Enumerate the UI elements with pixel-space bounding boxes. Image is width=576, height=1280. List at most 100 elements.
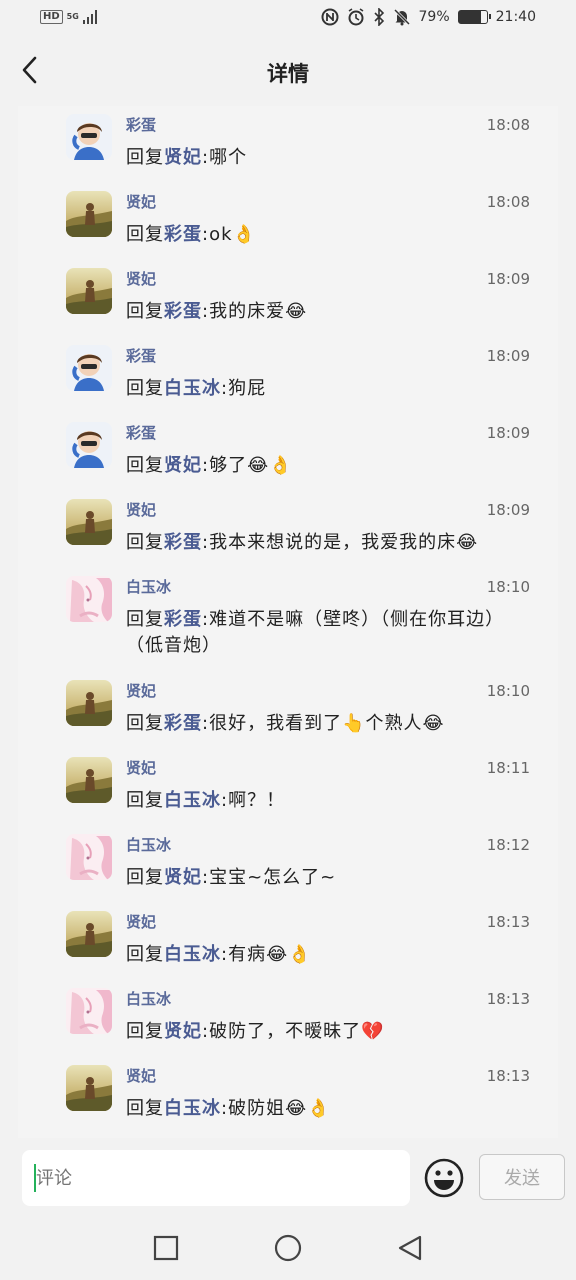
reply-body: 白玉冰 18:13 回复贤妃:破防了，不暧昧了💔 xyxy=(126,988,558,1057)
reply-target-user[interactable]: 彩蛋 xyxy=(164,224,202,245)
status-bar: HD 5G 79% 21:40 xyxy=(0,0,576,36)
username[interactable]: 贤妃 xyxy=(126,757,156,778)
avatar[interactable] xyxy=(66,499,112,545)
reply-content: 回复贤妃:够了😂👌 xyxy=(126,453,530,479)
username[interactable]: 白玉冰 xyxy=(126,834,171,855)
avatar[interactable] xyxy=(66,757,112,803)
avatar[interactable] xyxy=(66,988,112,1034)
username[interactable]: 贤妃 xyxy=(126,680,156,701)
reply-target-user[interactable]: 贤妃 xyxy=(164,1021,202,1042)
recents-square-icon[interactable] xyxy=(152,1234,180,1262)
reply-prefix: 回复 xyxy=(126,301,164,322)
reply-header: 彩蛋 18:08 xyxy=(126,114,530,135)
reply-header: 贤妃 18:11 xyxy=(126,757,530,778)
back-triangle-icon[interactable] xyxy=(396,1234,424,1262)
reply-content: 回复彩蛋:我的床爱😂 xyxy=(126,299,530,325)
reply-content: 回复彩蛋:我本来想说的是，我爱我的床😂 xyxy=(126,530,530,556)
reply-target-user[interactable]: 贤妃 xyxy=(164,455,202,476)
timestamp: 18:08 xyxy=(486,116,530,134)
reply-target-user[interactable]: 贤妃 xyxy=(164,867,202,888)
reply-item[interactable]: 贤妃 18:13 回复白玉冰:有病😂👌 xyxy=(18,903,558,980)
comment-input[interactable] xyxy=(36,1150,396,1206)
avatar[interactable] xyxy=(66,576,112,622)
reply-item[interactable]: 贤妃 18:11 回复白玉冰:啊？！ xyxy=(18,749,558,826)
timestamp: 18:13 xyxy=(486,913,530,931)
send-button[interactable]: 发送 xyxy=(479,1154,565,1200)
username[interactable]: 贤妃 xyxy=(126,1065,156,1086)
reply-message: :有病 xyxy=(221,944,267,965)
reply-list: 彩蛋 18:08 回复贤妃:哪个 贤妃 18:08 回复彩蛋:ok👌 贤妃 18:09 回复彩蛋… xyxy=(18,106,558,1134)
reply-item[interactable]: 贤妃 18:09 回复彩蛋:我的床爱😂 xyxy=(18,260,558,337)
reply-message: :宝宝~怎么了~ xyxy=(202,867,337,888)
username[interactable]: 贤妃 xyxy=(126,499,156,520)
reply-message: :很好，我看到了 xyxy=(202,713,343,734)
avatar[interactable] xyxy=(66,268,112,314)
reply-message: :够了 xyxy=(202,455,248,476)
reply-body: 贤妃 18:08 回复彩蛋:ok👌 xyxy=(126,191,558,260)
reply-body: 贤妃 18:10 回复彩蛋:很好，我看到了👆个熟人😂 xyxy=(126,680,558,749)
reply-header: 彩蛋 18:09 xyxy=(126,345,530,366)
username[interactable]: 白玉冰 xyxy=(126,988,171,1009)
home-circle-icon[interactable] xyxy=(274,1234,302,1262)
timestamp: 18:10 xyxy=(486,578,530,596)
reply-target-user[interactable]: 彩蛋 xyxy=(164,609,202,630)
reply-body: 彩蛋 18:08 回复贤妃:哪个 xyxy=(126,114,558,183)
reply-item[interactable]: 贤妃 18:08 回复彩蛋:ok👌 xyxy=(18,183,558,260)
avatar[interactable] xyxy=(66,191,112,237)
emoji-icon: 😂 xyxy=(285,301,308,322)
reply-target-user[interactable]: 白玉冰 xyxy=(164,944,221,965)
reply-message: :我的床爱 xyxy=(202,301,286,322)
emoji-icon: 😂👌 xyxy=(247,455,293,476)
username[interactable]: 彩蛋 xyxy=(126,114,156,135)
reply-target-user[interactable]: 彩蛋 xyxy=(164,713,202,734)
username[interactable]: 贤妃 xyxy=(126,911,156,932)
reply-item[interactable]: 贤妃 18:09 回复彩蛋:我本来想说的是，我爱我的床😂 xyxy=(18,491,558,568)
username[interactable]: 白玉冰 xyxy=(126,576,171,597)
reply-target-user[interactable]: 白玉冰 xyxy=(164,1098,221,1119)
avatar[interactable] xyxy=(66,345,112,391)
emoji-icon: 😂👌 xyxy=(266,944,312,965)
avatar[interactable] xyxy=(66,114,112,160)
timestamp: 18:09 xyxy=(486,270,530,288)
reply-item[interactable]: 贤妃 18:13 回复白玉冰:破防姐😂👌 xyxy=(18,1057,558,1134)
reply-message: :我本来想说的是，我爱我的床 xyxy=(202,532,457,553)
reply-item[interactable]: 贤妃 18:10 回复彩蛋:很好，我看到了👆个熟人😂 xyxy=(18,672,558,749)
reply-target-user[interactable]: 彩蛋 xyxy=(164,301,202,322)
system-nav-bar xyxy=(0,1220,576,1280)
reply-target-user[interactable]: 彩蛋 xyxy=(164,532,202,553)
reply-item[interactable]: 彩蛋 18:08 回复贤妃:哪个 xyxy=(18,106,558,183)
reply-prefix: 回复 xyxy=(126,532,164,553)
avatar[interactable] xyxy=(66,834,112,880)
reply-item[interactable]: 白玉冰 18:12 回复贤妃:宝宝~怎么了~ xyxy=(18,826,558,903)
reply-content: 回复白玉冰:破防姐😂👌 xyxy=(126,1096,530,1122)
avatar[interactable] xyxy=(66,680,112,726)
timestamp: 18:11 xyxy=(486,759,530,777)
timestamp: 18:09 xyxy=(486,501,530,519)
emoji-button[interactable] xyxy=(424,1158,464,1198)
reply-target-user[interactable]: 白玉冰 xyxy=(164,790,221,811)
status-left: HD 5G xyxy=(40,10,99,24)
reply-prefix: 回复 xyxy=(126,867,164,888)
avatar[interactable] xyxy=(66,911,112,957)
username[interactable]: 彩蛋 xyxy=(126,422,156,443)
reply-item[interactable]: 白玉冰 18:13 回复贤妃:破防了，不暧昧了💔 xyxy=(18,980,558,1057)
reply-message: :啊？！ xyxy=(221,790,286,811)
username[interactable]: 贤妃 xyxy=(126,268,156,289)
avatar[interactable] xyxy=(66,422,112,468)
reply-prefix: 回复 xyxy=(126,1021,164,1042)
reply-item[interactable]: 彩蛋 18:09 回复贤妃:够了😂👌 xyxy=(18,414,558,491)
reply-body: 贤妃 18:13 回复白玉冰:破防姐😂👌 xyxy=(126,1065,558,1134)
reply-target-user[interactable]: 贤妃 xyxy=(164,147,202,168)
clock: 21:40 xyxy=(495,9,536,25)
avatar[interactable] xyxy=(66,1065,112,1111)
reply-header: 彩蛋 18:09 xyxy=(126,422,530,443)
username[interactable]: 贤妃 xyxy=(126,191,156,212)
reply-content: 回复贤妃:哪个 xyxy=(126,145,530,171)
reply-item[interactable]: 彩蛋 18:09 回复白玉冰:狗屁 xyxy=(18,337,558,414)
reply-content: 回复贤妃:宝宝~怎么了~ xyxy=(126,865,530,891)
reply-item[interactable]: 白玉冰 18:10 回复彩蛋:难道不是嘛（壁咚）（侧在你耳边）（低音炮） xyxy=(18,568,558,672)
reply-target-user[interactable]: 白玉冰 xyxy=(164,378,221,399)
reply-message: :破防了，不暧昧了 xyxy=(202,1021,362,1042)
alarm-icon xyxy=(348,8,364,26)
username[interactable]: 彩蛋 xyxy=(126,345,156,366)
